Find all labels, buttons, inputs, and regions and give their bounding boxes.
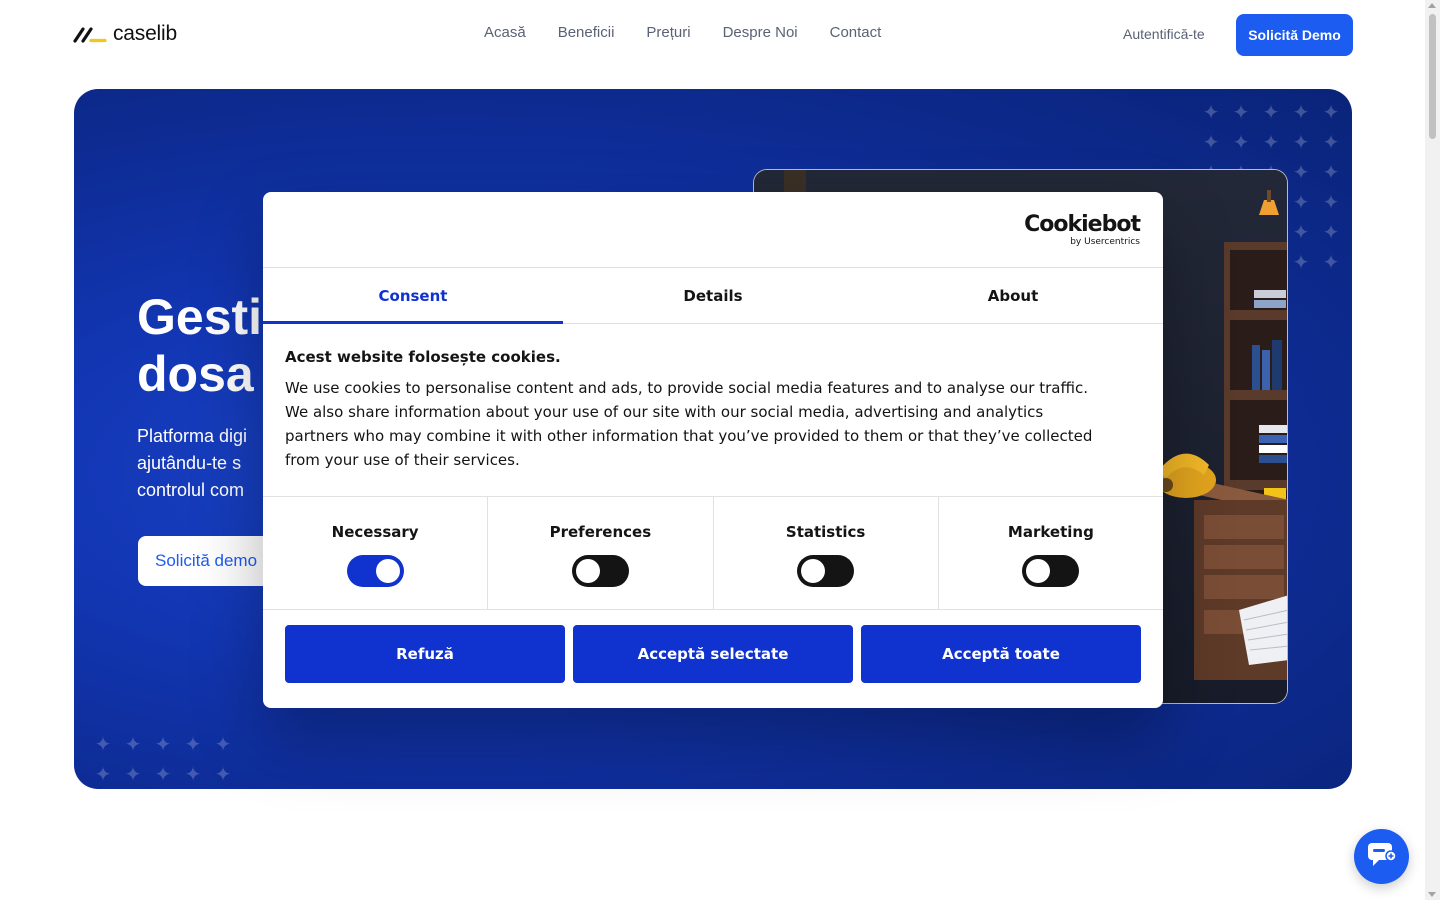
accept-all-button[interactable]: Acceptă toate xyxy=(861,625,1141,683)
statistics-toggle[interactable] xyxy=(797,555,855,587)
request-demo-button[interactable]: Solicită Demo xyxy=(1236,14,1353,56)
consent-toggles: Necessary Preferences Statistics Marketi… xyxy=(263,497,1163,610)
logo-text: caselib xyxy=(113,22,177,45)
scroll-up-arrow-icon[interactable] xyxy=(1428,3,1436,8)
toggle-label-marketing: Marketing xyxy=(1007,523,1094,541)
toggle-group-statistics: Statistics xyxy=(714,497,939,609)
accept-selected-button[interactable]: Acceptă selectate xyxy=(573,625,853,683)
page-scrollbar[interactable] xyxy=(1425,0,1440,900)
dialog-tabs: Consent Details About xyxy=(263,268,1163,324)
toggle-label-necessary: Necessary xyxy=(331,523,419,541)
dialog-header: Cookiebot by Usercentrics xyxy=(263,192,1163,268)
toggle-group-necessary: Necessary xyxy=(263,497,489,609)
cookiebot-brand-by: by Usercentrics xyxy=(1070,237,1140,247)
dialog-body: Acest website folosește cookies. We use … xyxy=(263,324,1163,497)
logo-slashes-icon xyxy=(73,24,107,44)
chat-bubble-icon xyxy=(1367,842,1397,872)
tab-about[interactable]: About xyxy=(863,268,1163,323)
nav-item-contact[interactable]: Contact xyxy=(830,24,882,41)
cookiebot-brand-name: Cookiebot xyxy=(1024,212,1141,237)
dialog-description: We use cookies to personalise content an… xyxy=(285,379,1093,469)
toggle-label-statistics: Statistics xyxy=(785,523,866,541)
toggle-group-preferences: Preferences xyxy=(488,497,714,609)
scroll-down-arrow-icon[interactable] xyxy=(1428,892,1436,897)
site-header: caselib Acasă Beneficii Prețuri Despre N… xyxy=(0,0,1425,70)
dialog-actions: Refuză Acceptă selectate Acceptă toate xyxy=(263,610,1163,683)
preferences-toggle[interactable] xyxy=(571,555,629,587)
nav-item-despre-noi[interactable]: Despre Noi xyxy=(723,24,798,41)
tab-consent[interactable]: Consent xyxy=(263,268,563,324)
main-nav: Acasă Beneficii Prețuri Despre Noi Conta… xyxy=(484,24,881,41)
cookiebot-logo: Cookiebot by Usercentrics xyxy=(1024,212,1141,248)
deny-button[interactable]: Refuză xyxy=(285,625,565,683)
dialog-heading: Acest website folosește cookies. xyxy=(285,348,561,366)
tab-details[interactable]: Details xyxy=(563,268,863,323)
scrollbar-thumb[interactable] xyxy=(1429,14,1436,139)
nav-item-beneficii[interactable]: Beneficii xyxy=(558,24,615,41)
login-link[interactable]: Autentifică-te xyxy=(1123,26,1205,42)
toggle-label-preferences: Preferences xyxy=(549,523,652,541)
toggle-group-marketing: Marketing xyxy=(939,497,1163,609)
nav-item-acasa[interactable]: Acasă xyxy=(484,24,526,41)
logo[interactable]: caselib xyxy=(73,22,177,46)
necessary-toggle[interactable] xyxy=(346,555,404,587)
cookie-consent-dialog: Cookiebot by Usercentrics Consent Detail… xyxy=(263,192,1163,708)
page: caselib Acasă Beneficii Prețuri Despre N… xyxy=(0,0,1440,900)
decorative-stars-bottom: ✦ ✦ ✦ ✦ ✦ ✦ ✦ ✦ ✦ ✦ xyxy=(94,732,232,786)
marketing-toggle[interactable] xyxy=(1022,555,1080,587)
nav-item-preturi[interactable]: Prețuri xyxy=(646,24,690,41)
chat-widget-button[interactable] xyxy=(1354,829,1409,884)
